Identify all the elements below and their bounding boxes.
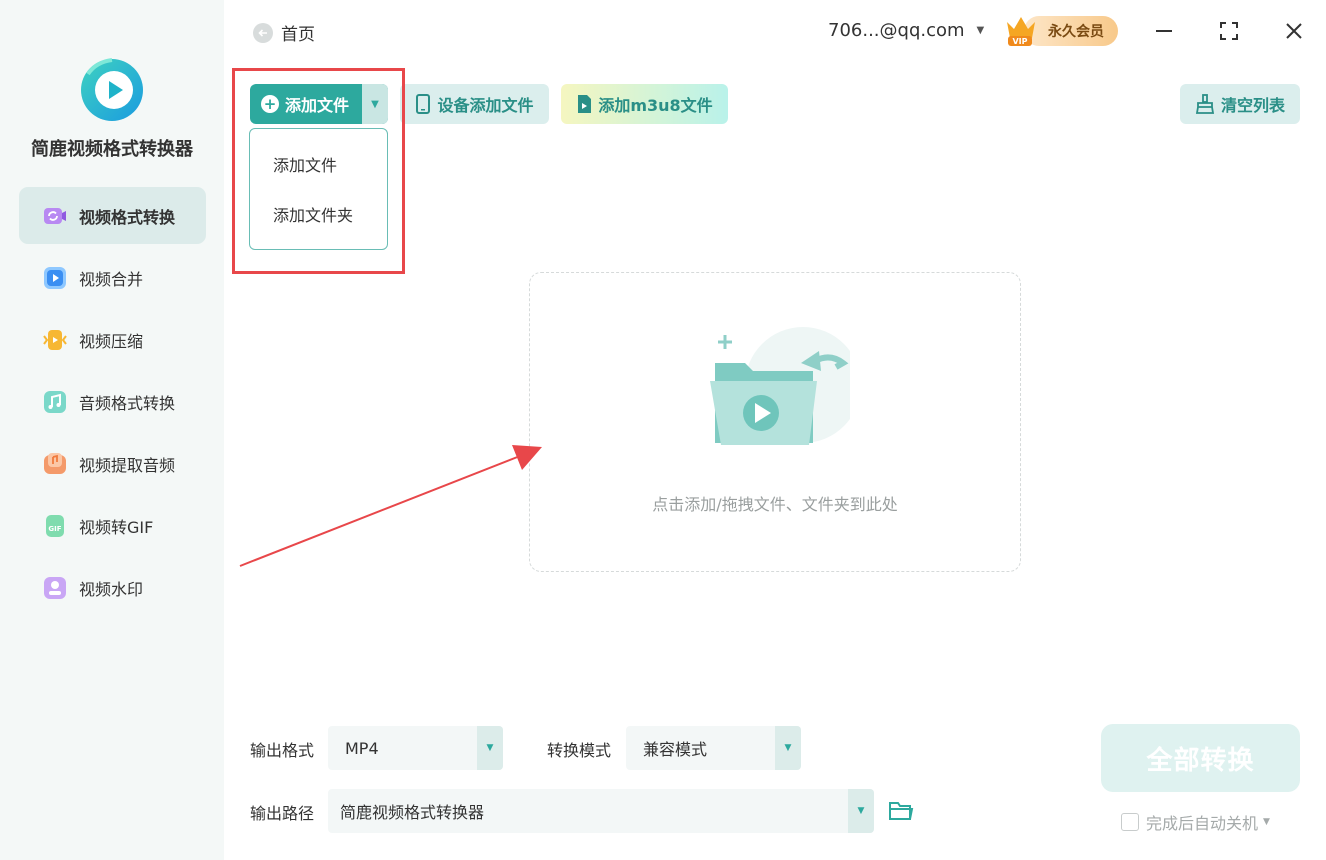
app-logo-icon [81,58,143,121]
output-format-value: MP4 [345,738,379,758]
sidebar-nav: 视频格式转换 视频合并 视频压缩 音频格式转换 视频提取音频 GIF 视频转GI… [19,187,206,621]
sidebar-item-video-merge[interactable]: 视频合并 [19,249,206,306]
maximize-button[interactable] [1214,16,1244,46]
annotation-highlight-box [232,68,405,274]
audio-convert-icon [43,390,67,414]
convert-mode-value: 兼容模式 [643,740,708,759]
convert-all-button[interactable]: 全部转换 [1101,724,1300,792]
sidebar-item-label: 视频格式转换 [79,207,176,227]
sidebar-item-label: 视频合并 [79,269,144,289]
back-arrow-icon [253,22,273,43]
video-convert-icon [43,204,67,228]
device-add-label: 设备添加文件 [437,96,534,115]
minimize-button[interactable] [1149,16,1179,46]
minimize-icon [1156,30,1172,32]
output-path-value: 简鹿视频格式转换器 [340,803,485,822]
sidebar-item-label: 视频压缩 [79,331,144,351]
account-menu[interactable]: 706...@qq.com ▼ [828,20,984,41]
sidebar-item-label: 视频水印 [79,579,144,599]
vip-badge[interactable]: 永久会员 VIP [1004,12,1118,48]
sidebar-item-audio-convert[interactable]: 音频格式转换 [19,373,206,430]
sidebar-item-label: 视频提取音频 [79,455,176,475]
close-button[interactable] [1279,16,1309,46]
phone-icon [415,94,431,114]
sidebar-item-label: 音频格式转换 [79,393,176,413]
close-icon [1286,23,1302,39]
sidebar: 简鹿视频格式转换器 视频格式转换 视频合并 视频压缩 音频格式转换 视频提取音频… [0,0,224,860]
file-drop-zone[interactable]: 点击添加/拖拽文件、文件夹到此处 [529,272,1021,572]
sidebar-item-watermark[interactable]: 视频水印 [19,559,206,616]
home-link[interactable]: 首页 [253,20,315,45]
watermark-icon [43,576,67,600]
output-format-select[interactable]: MP4 ▼ [328,726,503,770]
sidebar-item-gif[interactable]: GIF 视频转GIF [19,497,206,554]
video-merge-icon [43,266,67,290]
folder-video-icon [710,327,850,445]
chevron-down-icon: ▼ [976,25,985,36]
sidebar-item-video-convert[interactable]: 视频格式转换 [19,187,206,244]
crown-icon: VIP [1007,17,1035,46]
video-compress-icon [43,328,67,352]
sidebar-item-label: 视频转GIF [79,517,154,537]
file-video-icon [576,94,592,114]
device-add-button[interactable]: 设备添加文件 [400,84,549,124]
convert-mode-select[interactable]: 兼容模式 ▼ [626,726,801,770]
convert-mode-label: 转换模式 [547,741,612,760]
chevron-down-icon: ▼ [775,726,801,770]
auto-shutdown-option[interactable]: 完成后自动关机 ▼ [1121,810,1270,834]
m3u8-label: 添加m3u8文件 [598,96,713,115]
auto-shutdown-checkbox[interactable] [1121,813,1139,831]
home-label: 首页 [281,25,315,45]
output-path-label: 输出路径 [250,804,315,823]
chevron-down-icon: ▼ [477,726,503,770]
sidebar-item-video-compress[interactable]: 视频压缩 [19,311,206,368]
clear-list-button[interactable]: 清空列表 [1180,84,1300,124]
app-name: 简鹿视频格式转换器 [31,139,193,160]
account-email: 706...@qq.com [828,20,965,41]
chevron-down-icon: ▼ [848,789,874,833]
output-format-label: 输出格式 [250,741,315,760]
gif-icon: GIF [43,514,67,538]
annotation-arrow [239,445,542,567]
auto-shutdown-label: 完成后自动关机 [1146,814,1259,833]
clear-list-label: 清空列表 [1220,96,1285,115]
vip-text: VIP [1012,37,1027,46]
chevron-down-icon: ▼ [1263,817,1270,827]
output-path-select[interactable]: 简鹿视频格式转换器 ▼ [328,789,874,833]
drop-zone-hint: 点击添加/拖拽文件、文件夹到此处 [652,495,898,514]
folder-icon[interactable] [888,798,914,824]
add-m3u8-button[interactable]: 添加m3u8文件 [561,84,728,124]
broom-icon [1195,94,1215,114]
sidebar-item-extract-audio[interactable]: 视频提取音频 [19,435,206,492]
svg-text:GIF: GIF [48,525,61,533]
vip-label: 永久会员 [1024,16,1118,46]
extract-audio-icon [43,452,67,476]
maximize-icon [1220,22,1238,40]
